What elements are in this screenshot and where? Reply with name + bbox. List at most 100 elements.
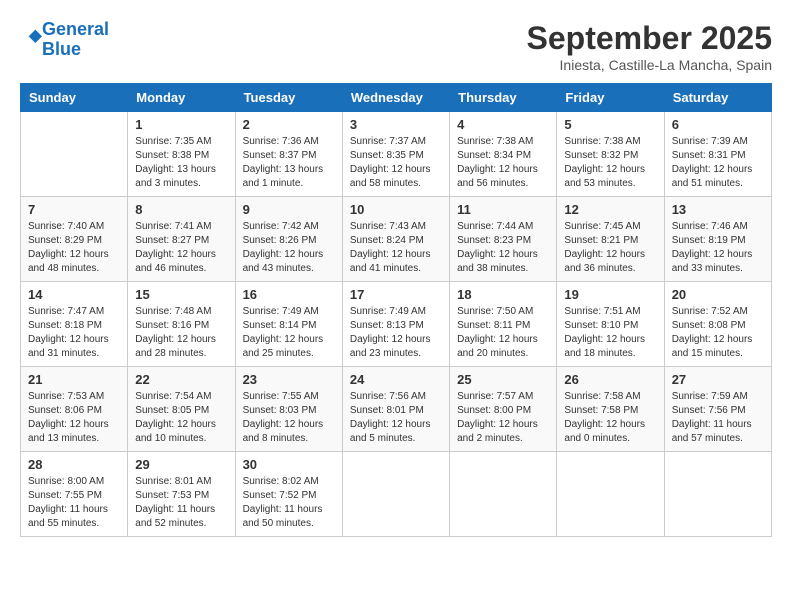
calendar-cell: 28 Sunrise: 8:00 AMSunset: 7:55 PMDayligh… (21, 452, 128, 537)
week-row-1: 1 Sunrise: 7:35 AMSunset: 8:38 PMDaylight… (21, 112, 772, 197)
col-header-tuesday: Tuesday (235, 84, 342, 112)
day-number: 29 (135, 457, 227, 472)
calendar-cell: 27 Sunrise: 7:59 AMSunset: 7:56 PMDayligh… (664, 367, 771, 452)
day-number: 11 (457, 202, 549, 217)
logo-icon (22, 27, 42, 47)
calendar-cell: 16 Sunrise: 7:49 AMSunset: 8:14 PMDayligh… (235, 282, 342, 367)
calendar-cell (450, 452, 557, 537)
week-row-5: 28 Sunrise: 8:00 AMSunset: 7:55 PMDayligh… (21, 452, 772, 537)
page-header: General Blue September 2025 Iniesta, Cas… (20, 20, 772, 73)
cell-info: Sunrise: 7:47 AMSunset: 8:18 PMDaylight:… (28, 305, 120, 361)
cell-info: Sunrise: 7:55 AMSunset: 8:03 PMDaylight:… (243, 390, 335, 446)
calendar-cell: 23 Sunrise: 7:55 AMSunset: 8:03 PMDayligh… (235, 367, 342, 452)
cell-info: Sunrise: 7:46 AMSunset: 8:19 PMDaylight:… (672, 220, 764, 276)
day-number: 27 (672, 372, 764, 387)
calendar-cell: 6 Sunrise: 7:39 AMSunset: 8:31 PMDaylight… (664, 112, 771, 197)
calendar-cell: 22 Sunrise: 7:54 AMSunset: 8:05 PMDayligh… (128, 367, 235, 452)
calendar-cell: 29Sunrise: 8:01 AMSunset: 7:53 PMDayligh… (128, 452, 235, 537)
calendar-cell: 25 Sunrise: 7:57 AMSunset: 8:00 PMDayligh… (450, 367, 557, 452)
day-number: 1 (135, 117, 227, 132)
col-header-sunday: Sunday (21, 84, 128, 112)
month-title: September 2025 (527, 20, 772, 57)
calendar-cell: 9Sunrise: 7:42 AMSunset: 8:26 PMDaylight… (235, 197, 342, 282)
cell-info: Sunrise: 7:35 AMSunset: 8:38 PMDaylight:… (135, 135, 227, 191)
calendar-cell: 26 Sunrise: 7:58 AMSunset: 7:58 PMDayligh… (557, 367, 664, 452)
title-block: September 2025 Iniesta, Castille-La Manc… (527, 20, 772, 73)
day-number: 9 (243, 202, 335, 217)
cell-info: Sunrise: 8:00 AMSunset: 7:55 PMDaylight:… (28, 475, 120, 531)
week-row-3: 14 Sunrise: 7:47 AMSunset: 8:18 PMDayligh… (21, 282, 772, 367)
calendar-cell: 11 Sunrise: 7:44 AMSunset: 8:23 PMDayligh… (450, 197, 557, 282)
col-header-thursday: Thursday (450, 84, 557, 112)
day-number: 14 (28, 287, 120, 302)
cell-info: Sunrise: 7:57 AMSunset: 8:00 PMDaylight:… (457, 390, 549, 446)
day-number: 26 (564, 372, 656, 387)
calendar-cell: 24 Sunrise: 7:56 AMSunset: 8:01 PMDayligh… (342, 367, 449, 452)
day-number: 18 (457, 287, 549, 302)
cell-info: Sunrise: 7:49 AMSunset: 8:14 PMDaylight:… (243, 305, 335, 361)
day-number: 15 (135, 287, 227, 302)
day-number: 17 (350, 287, 442, 302)
calendar-cell: 15 Sunrise: 7:48 AMSunset: 8:16 PMDayligh… (128, 282, 235, 367)
cell-info: Sunrise: 7:38 AMSunset: 8:32 PMDaylight:… (564, 135, 656, 191)
cell-info: Sunrise: 7:59 AMSunset: 7:56 PMDaylight:… (672, 390, 764, 446)
calendar-cell: 30Sunrise: 8:02 AMSunset: 7:52 PMDayligh… (235, 452, 342, 537)
day-number: 19 (564, 287, 656, 302)
cell-info: Sunrise: 7:51 AMSunset: 8:10 PMDaylight:… (564, 305, 656, 361)
cell-info: Sunrise: 7:36 AMSunset: 8:37 PMDaylight:… (243, 135, 335, 191)
day-number: 13 (672, 202, 764, 217)
cell-info: Sunrise: 7:40 AMSunset: 8:29 PMDaylight:… (28, 220, 120, 276)
day-number: 23 (243, 372, 335, 387)
calendar-cell: 13 Sunrise: 7:46 AMSunset: 8:19 PMDayligh… (664, 197, 771, 282)
day-number: 12 (564, 202, 656, 217)
logo-text: General Blue (42, 20, 109, 60)
calendar-cell: 8Sunrise: 7:41 AMSunset: 8:27 PMDaylight… (128, 197, 235, 282)
calendar-cell (21, 112, 128, 197)
cell-info: Sunrise: 7:52 AMSunset: 8:08 PMDaylight:… (672, 305, 764, 361)
cell-info: Sunrise: 7:58 AMSunset: 7:58 PMDaylight:… (564, 390, 656, 446)
cell-info: Sunrise: 7:49 AMSunset: 8:13 PMDaylight:… (350, 305, 442, 361)
day-number: 8 (135, 202, 227, 217)
calendar-cell: 19 Sunrise: 7:51 AMSunset: 8:10 PMDayligh… (557, 282, 664, 367)
calendar-cell: 5Sunrise: 7:38 AMSunset: 8:32 PMDaylight… (557, 112, 664, 197)
day-number: 7 (28, 202, 120, 217)
calendar-cell (342, 452, 449, 537)
day-number: 2 (243, 117, 335, 132)
day-number: 21 (28, 372, 120, 387)
cell-info: Sunrise: 7:39 AMSunset: 8:31 PMDaylight:… (672, 135, 764, 191)
week-row-2: 7 Sunrise: 7:40 AMSunset: 8:29 PMDaylight… (21, 197, 772, 282)
calendar-cell: 12Sunrise: 7:45 AMSunset: 8:21 PMDayligh… (557, 197, 664, 282)
day-number: 28 (28, 457, 120, 472)
day-number: 22 (135, 372, 227, 387)
day-number: 16 (243, 287, 335, 302)
calendar-cell: 21 Sunrise: 7:53 AMSunset: 8:06 PMDayligh… (21, 367, 128, 452)
calendar-cell: 18Sunrise: 7:50 AMSunset: 8:11 PMDayligh… (450, 282, 557, 367)
cell-info: Sunrise: 7:44 AMSunset: 8:23 PMDaylight:… (457, 220, 549, 276)
cell-info: Sunrise: 7:54 AMSunset: 8:05 PMDaylight:… (135, 390, 227, 446)
calendar-cell: 10 Sunrise: 7:43 AMSunset: 8:24 PMDayligh… (342, 197, 449, 282)
logo-line1: General (42, 19, 109, 39)
calendar-cell: 20Sunrise: 7:52 AMSunset: 8:08 PMDayligh… (664, 282, 771, 367)
cell-info: Sunrise: 7:56 AMSunset: 8:01 PMDaylight:… (350, 390, 442, 446)
col-header-saturday: Saturday (664, 84, 771, 112)
day-number: 4 (457, 117, 549, 132)
cell-info: Sunrise: 7:37 AMSunset: 8:35 PMDaylight:… (350, 135, 442, 191)
day-number: 6 (672, 117, 764, 132)
calendar-cell: 4 Sunrise: 7:38 AMSunset: 8:34 PMDaylight… (450, 112, 557, 197)
calendar-cell (557, 452, 664, 537)
cell-info: Sunrise: 8:02 AMSunset: 7:52 PMDaylight:… (243, 475, 335, 531)
day-number: 24 (350, 372, 442, 387)
cell-info: Sunrise: 7:43 AMSunset: 8:24 PMDaylight:… (350, 220, 442, 276)
col-header-monday: Monday (128, 84, 235, 112)
cell-info: Sunrise: 7:38 AMSunset: 8:34 PMDaylight:… (457, 135, 549, 191)
logo: General Blue (20, 20, 109, 60)
location-subtitle: Iniesta, Castille-La Mancha, Spain (527, 57, 772, 73)
calendar-cell: 14 Sunrise: 7:47 AMSunset: 8:18 PMDayligh… (21, 282, 128, 367)
calendar-cell: 17 Sunrise: 7:49 AMSunset: 8:13 PMDayligh… (342, 282, 449, 367)
week-row-4: 21 Sunrise: 7:53 AMSunset: 8:06 PMDayligh… (21, 367, 772, 452)
day-number: 10 (350, 202, 442, 217)
calendar-cell: 1 Sunrise: 7:35 AMSunset: 8:38 PMDaylight… (128, 112, 235, 197)
cell-info: Sunrise: 7:53 AMSunset: 8:06 PMDaylight:… (28, 390, 120, 446)
cell-info: Sunrise: 7:48 AMSunset: 8:16 PMDaylight:… (135, 305, 227, 361)
day-number: 25 (457, 372, 549, 387)
